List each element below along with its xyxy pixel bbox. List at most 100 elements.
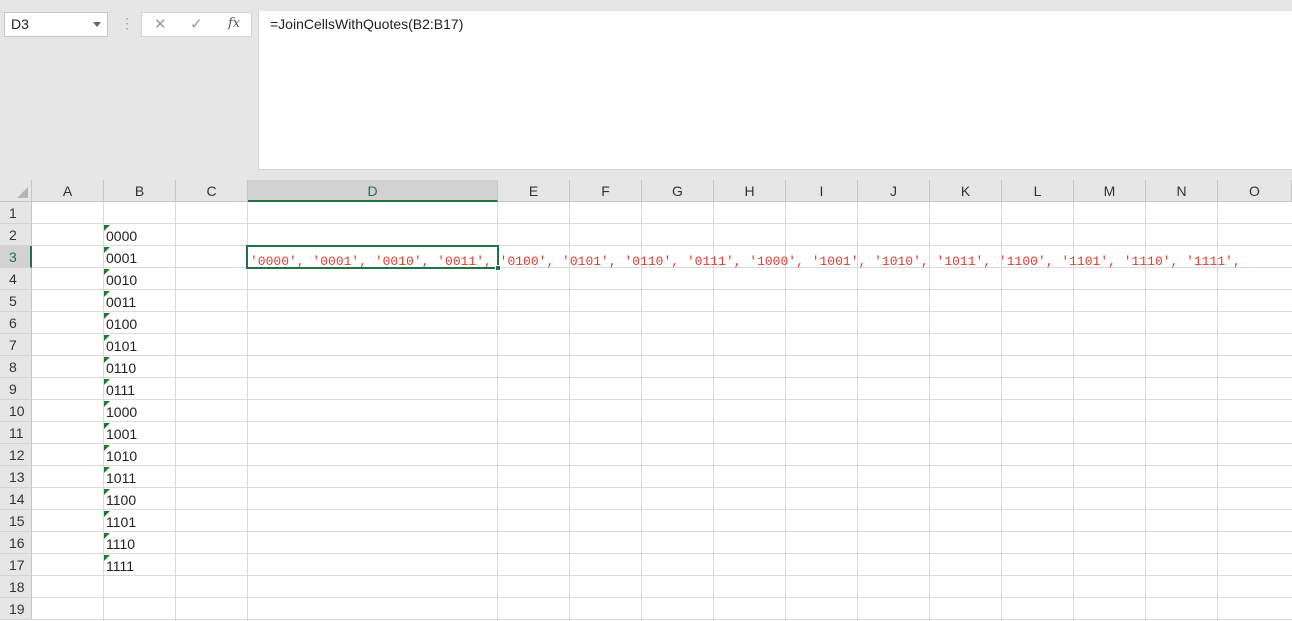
text-number-indicator-icon bbox=[104, 269, 110, 275]
cell-b7[interactable]: 0101 bbox=[104, 334, 137, 356]
more-options-icon[interactable]: ⋮ bbox=[120, 14, 134, 32]
gridline-horizontal bbox=[32, 355, 1292, 356]
row-header-18[interactable]: 18 bbox=[0, 576, 32, 598]
gridline-horizontal bbox=[32, 399, 1292, 400]
cell-value: 0000 bbox=[106, 228, 138, 244]
column-header-a[interactable]: A bbox=[32, 180, 104, 202]
cell-b15[interactable]: 1101 bbox=[104, 510, 136, 532]
row-header-15[interactable]: 15 bbox=[0, 510, 32, 532]
gridline-horizontal bbox=[32, 421, 1292, 422]
cell-value: 0101 bbox=[106, 338, 138, 354]
column-header-g[interactable]: G bbox=[642, 180, 714, 202]
cell-value: 0001 bbox=[106, 250, 138, 266]
row-header-13[interactable]: 13 bbox=[0, 466, 32, 488]
column-header-f[interactable]: F bbox=[570, 180, 642, 202]
row-header-19[interactable]: 19 bbox=[0, 598, 32, 620]
gridline-horizontal bbox=[32, 311, 1292, 312]
cell-b14[interactable]: 1100 bbox=[104, 488, 136, 510]
row-header-7[interactable]: 7 bbox=[0, 334, 32, 356]
gridline-horizontal bbox=[32, 245, 1292, 246]
column-header-l[interactable]: L bbox=[1002, 180, 1074, 202]
cell-b5[interactable]: 0011 bbox=[104, 290, 136, 312]
row-header-11[interactable]: 11 bbox=[0, 422, 32, 444]
column-header-j[interactable]: J bbox=[858, 180, 930, 202]
select-all-button[interactable] bbox=[0, 180, 32, 202]
cell-value: 1111 bbox=[106, 558, 135, 574]
text-number-indicator-icon bbox=[104, 423, 110, 429]
text-number-indicator-icon bbox=[104, 291, 110, 297]
column-header-d[interactable]: D bbox=[248, 180, 498, 202]
gridline-horizontal bbox=[32, 509, 1292, 510]
gridline-horizontal bbox=[32, 465, 1292, 466]
row-header-8[interactable]: 8 bbox=[0, 356, 32, 378]
cell-value: 1010 bbox=[106, 448, 138, 464]
name-box[interactable]: D3 bbox=[4, 12, 108, 37]
name-box-value: D3 bbox=[11, 16, 29, 32]
row-header-16[interactable]: 16 bbox=[0, 532, 32, 554]
text-number-indicator-icon bbox=[104, 225, 110, 231]
gridline-horizontal bbox=[32, 597, 1292, 598]
gridline-horizontal bbox=[32, 289, 1292, 290]
cell-b16[interactable]: 1110 bbox=[104, 532, 135, 554]
cell-value: 0011 bbox=[106, 294, 137, 310]
ribbon-edge bbox=[0, 0, 1292, 11]
gridline-horizontal bbox=[32, 377, 1292, 378]
formula-buttons: ✕ ✓ fx bbox=[141, 12, 252, 37]
column-header-n[interactable]: N bbox=[1146, 180, 1218, 202]
cell-value: 1011 bbox=[106, 470, 137, 486]
gridline-horizontal bbox=[32, 487, 1292, 488]
cell-b6[interactable]: 0100 bbox=[104, 312, 137, 334]
row-header-4[interactable]: 4 bbox=[0, 268, 32, 290]
fill-handle[interactable] bbox=[495, 265, 501, 271]
column-header-h[interactable]: H bbox=[714, 180, 786, 202]
row-header-2[interactable]: 2 bbox=[0, 224, 32, 246]
cell-b2[interactable]: 0000 bbox=[104, 224, 137, 246]
cell-b10[interactable]: 1000 bbox=[104, 400, 137, 422]
chevron-down-icon[interactable] bbox=[93, 22, 101, 27]
column-header-c[interactable]: C bbox=[176, 180, 248, 202]
text-number-indicator-icon bbox=[104, 445, 110, 451]
cell-b9[interactable]: 0111 bbox=[104, 378, 135, 400]
cell-value: 1001 bbox=[106, 426, 138, 442]
column-header-i[interactable]: I bbox=[786, 180, 858, 202]
row-header-5[interactable]: 5 bbox=[0, 290, 32, 312]
insert-function-icon[interactable]: fx bbox=[228, 16, 240, 31]
column-header-k[interactable]: K bbox=[930, 180, 1002, 202]
cell-b4[interactable]: 0010 bbox=[104, 268, 137, 290]
cell-value: 1000 bbox=[106, 404, 138, 420]
text-number-indicator-icon bbox=[104, 401, 110, 407]
row-header-12[interactable]: 12 bbox=[0, 444, 32, 466]
text-number-indicator-icon bbox=[104, 379, 110, 385]
cell-b3[interactable]: 0001 bbox=[104, 246, 137, 268]
column-header-e[interactable]: E bbox=[498, 180, 570, 202]
spreadsheet-grid[interactable]: ABCDEFGHIJKLMNO 1 2 3 4 5 6 7 8 9 10 11 12 13 14 15 16 1… bbox=[0, 180, 1292, 621]
column-header-o[interactable]: O bbox=[1218, 180, 1292, 202]
cancel-icon[interactable]: ✕ bbox=[154, 15, 167, 33]
column-header-m[interactable]: M bbox=[1074, 180, 1146, 202]
cell-value: 0111 bbox=[106, 382, 136, 398]
cell-b11[interactable]: 1001 bbox=[104, 422, 137, 444]
cell-b13[interactable]: 1011 bbox=[104, 466, 136, 488]
row-header-6[interactable]: 6 bbox=[0, 312, 32, 334]
gridline-horizontal bbox=[32, 531, 1292, 532]
column-header-b[interactable]: B bbox=[104, 180, 176, 202]
row-header-10[interactable]: 10 bbox=[0, 400, 32, 422]
row-header-17[interactable]: 17 bbox=[0, 554, 32, 576]
formula-input[interactable]: =JoinCellsWithQuotes(B2:B17) bbox=[258, 11, 1292, 170]
row-header-14[interactable]: 14 bbox=[0, 488, 32, 510]
row-header-3[interactable]: 3 bbox=[0, 246, 32, 268]
text-number-indicator-icon bbox=[104, 313, 110, 319]
gridline-horizontal bbox=[32, 575, 1292, 576]
row-header-1[interactable]: 1 bbox=[0, 202, 32, 224]
cell-value: 0010 bbox=[106, 272, 138, 288]
cell-b8[interactable]: 0110 bbox=[104, 356, 136, 378]
select-all-icon bbox=[17, 187, 28, 198]
cell-b12[interactable]: 1010 bbox=[104, 444, 137, 466]
cell-value: 1100 bbox=[106, 492, 137, 508]
gridline-horizontal bbox=[32, 619, 1292, 620]
gridline-horizontal bbox=[32, 223, 1292, 224]
formula-text: =JoinCellsWithQuotes(B2:B17) bbox=[270, 16, 464, 32]
enter-icon[interactable]: ✓ bbox=[190, 15, 203, 33]
row-header-9[interactable]: 9 bbox=[0, 378, 32, 400]
cell-b17[interactable]: 1111 bbox=[104, 554, 134, 576]
